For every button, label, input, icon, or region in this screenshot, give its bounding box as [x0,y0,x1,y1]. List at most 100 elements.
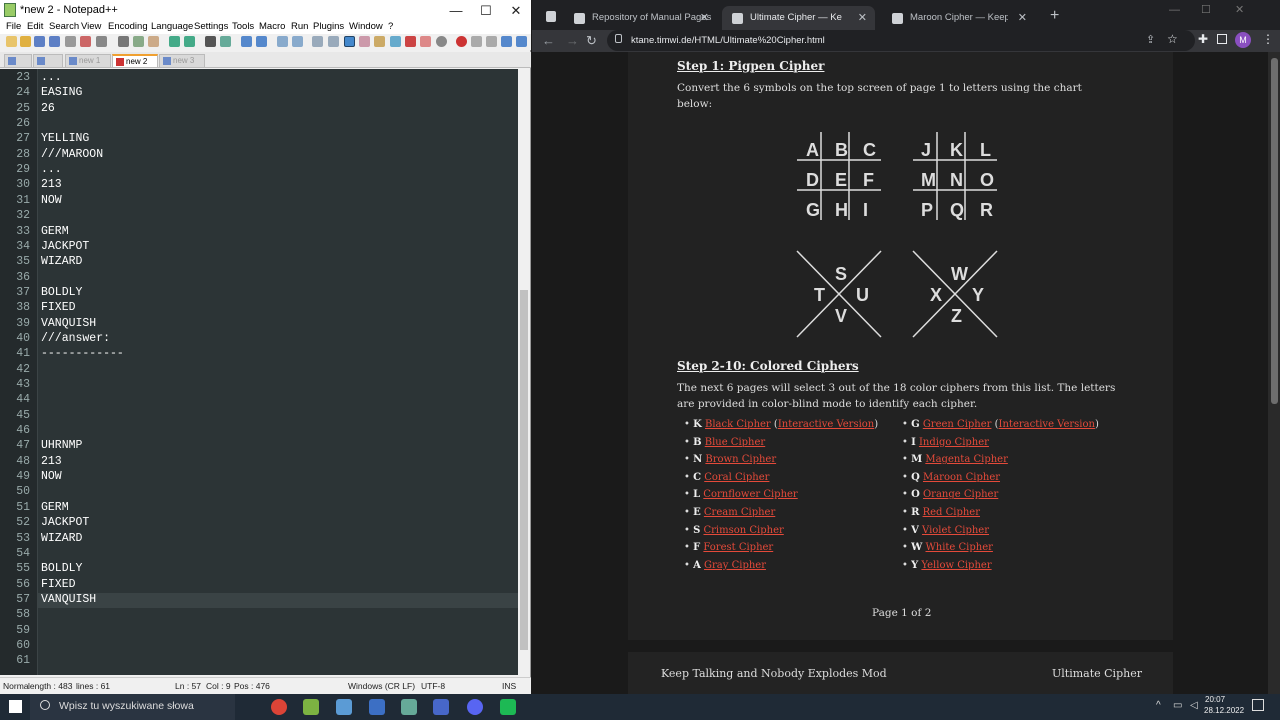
indent-guide-icon[interactable] [344,36,355,47]
monitoring-icon[interactable] [420,36,431,47]
chrome-tab-ultimate-cipher[interactable]: Ultimate Cipher — Keep Talking and Nobod… [722,6,875,33]
close-tab-icon[interactable]: ✕ [858,11,867,24]
chrome-tab-repository[interactable]: Repository of Manual Pages ✕ [564,6,717,33]
code-line[interactable]: BOLDLY [41,286,82,299]
code-line[interactable]: ------------ [41,347,124,360]
menu-view[interactable]: View [81,21,101,32]
app-taskbar-icon[interactable] [336,699,352,715]
record-macro-icon[interactable] [436,36,447,47]
new-tab-button[interactable]: + [1050,7,1059,25]
menu-macro[interactable]: Macro [259,21,285,32]
cipher-link[interactable]: Indigo Cipher [919,437,989,448]
code-line[interactable]: ///MAROON [41,148,103,161]
clock-time[interactable]: 20:07 [1205,695,1225,704]
close-button[interactable]: ✕ [501,0,531,21]
chrome-taskbar-icon[interactable] [271,699,287,715]
code-line[interactable]: FIXED [41,578,76,591]
notification-icon[interactable] [1252,699,1264,711]
cipher-link[interactable]: Crimson Cipher [704,525,784,536]
maximize-button[interactable]: ☐ [471,0,501,21]
code-line[interactable]: BOLDLY [41,562,82,575]
code-line[interactable]: ///answer: [41,332,110,345]
cipher-link[interactable]: Forest Cipher [703,542,773,553]
zoom-out-icon[interactable] [256,36,267,47]
sync-h-icon[interactable] [292,36,303,47]
code-line[interactable]: JACKPOT [41,240,89,253]
cipher-link[interactable]: Yellow Cipher [921,560,991,571]
new-file-icon[interactable] [6,36,17,47]
menu-encoding[interactable]: Encoding [108,21,148,32]
settings-taskbar-icon[interactable] [401,699,417,715]
undo-icon[interactable] [169,36,180,47]
cipher-link[interactable]: Gray Cipher [704,560,766,571]
save-icon[interactable] [34,36,45,47]
code-line[interactable]: FIXED [41,301,76,314]
extensions-icon[interactable]: ✚ [1198,32,1208,46]
cipher-link[interactable]: Blue Cipher [705,437,765,448]
redo-icon[interactable] [184,36,195,47]
page-scrollbar-thumb[interactable] [1271,58,1278,404]
bookmark-star-icon[interactable]: ☆ [1167,32,1178,46]
share-icon[interactable]: ⇪ [1146,33,1155,46]
close-tab-icon[interactable]: ✕ [700,11,709,24]
cipher-link[interactable]: Cornflower Cipher [703,489,797,500]
menu-edit[interactable]: Edit [27,21,43,32]
function-list-icon[interactable] [390,36,401,47]
menu-search[interactable]: Search [49,21,79,32]
code-line[interactable]: UHRNMP [41,439,82,452]
cipher-link[interactable]: White Cipher [926,542,993,553]
lock-icon[interactable] [615,34,622,43]
save-macro-icon[interactable] [501,36,512,47]
cipher-link[interactable]: Maroon Cipher [923,472,1000,483]
code-line[interactable]: EASING [41,86,82,99]
toolbar-more-icon[interactable] [516,36,527,47]
profile-avatar[interactable]: M [1235,32,1251,48]
menu-window[interactable]: Window [349,21,383,32]
cipher-link[interactable]: Coral Cipher [704,472,769,483]
menu-language[interactable]: Language [151,21,193,32]
run-macro-multiple-icon[interactable] [486,36,497,47]
chrome-maximize-button[interactable]: ☐ [1201,3,1211,16]
tab-new-1b[interactable] [33,54,63,68]
chrome-close-button[interactable]: ✕ [1235,3,1244,16]
tray-chevron-icon[interactable]: ^ [1156,700,1161,711]
tab-new-3[interactable]: new 3 [159,54,205,68]
interactive-version-link[interactable]: Interactive Version [999,419,1095,430]
chrome-minimize-button[interactable]: — [1169,4,1180,16]
code-line[interactable]: WIZARD [41,255,82,268]
notepadpp-taskbar-icon[interactable] [303,699,319,715]
code-line[interactable]: GERM [41,225,69,238]
code-line[interactable]: NOW [41,470,62,483]
menu-dots-icon[interactable]: ⋮ [1262,32,1274,46]
back-icon[interactable]: ← [542,33,555,48]
minimize-button[interactable]: — [441,0,471,21]
open-file-icon[interactable] [20,36,31,47]
cipher-link[interactable]: Green Cipher [923,419,992,430]
menu-settings[interactable]: Settings [194,21,228,32]
code-line[interactable]: JACKPOT [41,516,89,529]
close-tab-icon[interactable]: ✕ [1018,11,1027,24]
code-line[interactable]: VANQUISH [41,593,96,606]
cipher-link[interactable]: Violet Cipher [922,525,989,536]
code-line[interactable]: GERM [41,501,69,514]
menu-run[interactable]: Run [291,21,308,32]
paste-icon[interactable] [148,36,159,47]
find-icon[interactable] [205,36,216,47]
editor-scrollbar-thumb[interactable] [520,290,528,650]
network-icon[interactable]: ▭ [1173,700,1182,711]
zoom-in-icon[interactable] [241,36,252,47]
folder-workspace-icon[interactable] [405,36,416,47]
cut-icon[interactable] [118,36,129,47]
close-file-icon[interactable] [65,36,76,47]
code-line[interactable]: 213 [41,178,62,191]
app2-taskbar-icon[interactable] [500,699,516,715]
code-line[interactable]: YELLING [41,132,89,145]
interactive-version-link[interactable]: Interactive Version [778,419,874,430]
code-line[interactable]: 26 [41,102,55,115]
cipher-link[interactable]: Brown Cipher [705,454,776,465]
playback-icon[interactable] [471,36,482,47]
windows-start-icon[interactable] [9,700,22,713]
clock-date[interactable]: 28.12.2022 [1204,706,1244,715]
game-taskbar-icon[interactable] [433,699,449,715]
tab-search-icon[interactable] [546,11,556,22]
